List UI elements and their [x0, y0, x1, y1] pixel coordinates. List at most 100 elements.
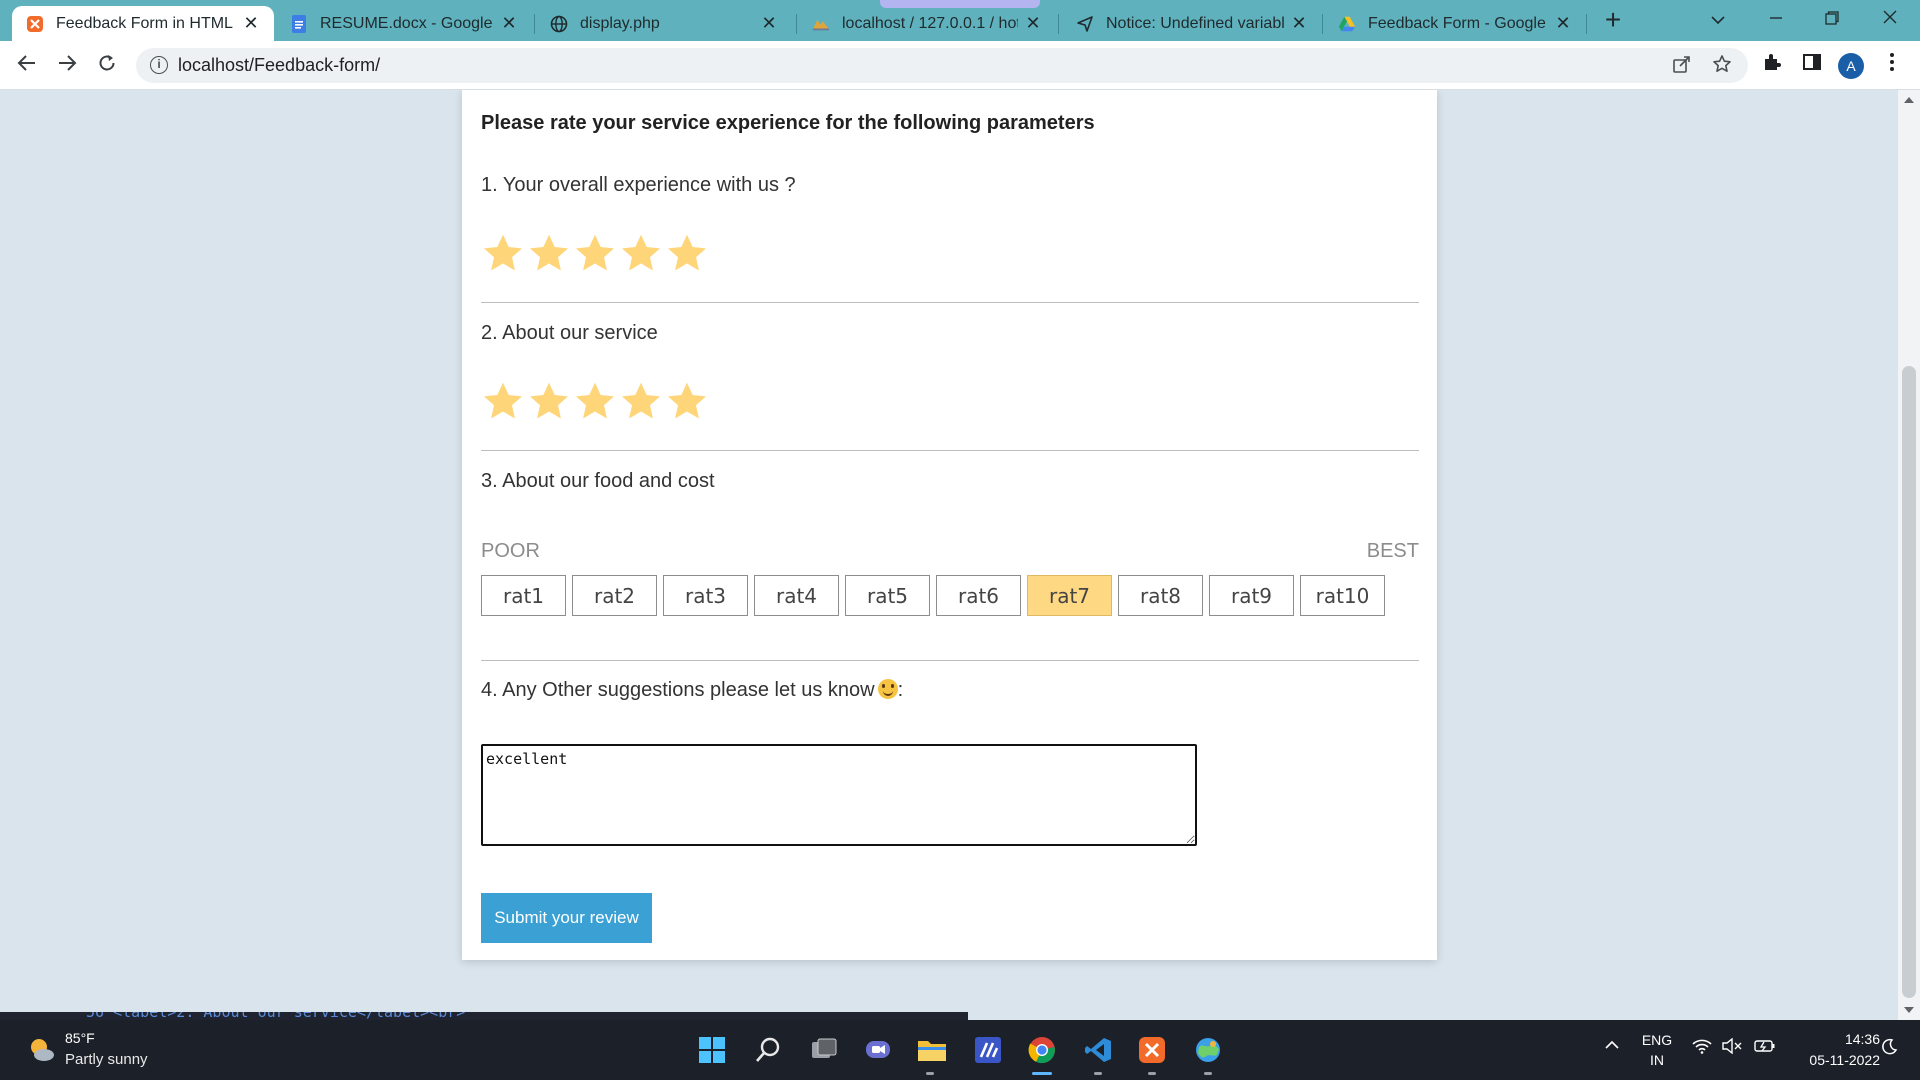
menu-dots-icon[interactable] [1876, 50, 1908, 82]
rating-option-rat9[interactable]: rat9 [1209, 575, 1294, 616]
vmware-icon[interactable] [970, 1032, 1006, 1068]
star-icon[interactable] [527, 380, 571, 424]
url-text[interactable]: localhost/Feedback-form/ [178, 55, 380, 76]
app-running-indicator [926, 1072, 934, 1075]
weather-temperature: 85°F [65, 1030, 95, 1046]
star-icon[interactable] [619, 232, 663, 276]
xampp-icon[interactable] [1134, 1032, 1170, 1068]
teams-chat-icon[interactable] [860, 1032, 896, 1068]
volume-muted-icon[interactable] [1722, 1037, 1742, 1059]
site-info-icon[interactable]: i [150, 56, 168, 74]
rating-option-rat6[interactable]: rat6 [936, 575, 1021, 616]
tab-phpmyadmin[interactable]: localhost / 127.0.0.1 / hotel ✕ [798, 6, 1056, 41]
scroll-up-icon[interactable] [1904, 97, 1914, 103]
restore-icon[interactable] [1812, 4, 1852, 34]
app-running-indicator [1094, 1072, 1102, 1075]
scroll-thumb[interactable] [1902, 366, 1916, 998]
close-icon[interactable]: ✕ [1290, 13, 1308, 34]
windows-start-icon[interactable] [694, 1032, 730, 1068]
tab-notice[interactable]: Notice: Undefined variable ✕ [1062, 6, 1322, 41]
vscode-icon[interactable] [1080, 1032, 1116, 1068]
star-icon[interactable] [665, 380, 709, 424]
partly-sunny-icon[interactable] [26, 1034, 56, 1064]
suggestions-textarea[interactable] [481, 744, 1197, 846]
form-heading: Please rate your service experience for … [481, 112, 1095, 134]
search-icon[interactable] [750, 1032, 786, 1068]
reload-icon[interactable] [91, 50, 123, 82]
file-explorer-icon[interactable] [914, 1032, 950, 1068]
task-view-icon[interactable] [806, 1032, 842, 1068]
tab-title: display.php [580, 14, 660, 32]
close-icon[interactable]: ✕ [242, 13, 260, 34]
star-icon[interactable] [527, 232, 571, 276]
submit-review-button[interactable]: Submit your review [481, 893, 652, 943]
star-icon[interactable] [573, 380, 617, 424]
back-icon[interactable] [11, 50, 43, 82]
tab-title: RESUME.docx - Google Doc [320, 14, 494, 32]
tab-display-php[interactable]: display.php ✕ [536, 6, 792, 41]
question-3-label: 3. About our food and cost [481, 470, 715, 492]
rating-stars-q1[interactable] [481, 232, 709, 276]
question-2-label: 2. About our service [481, 322, 658, 344]
profile-avatar[interactable]: A [1838, 53, 1864, 79]
page-viewport: Please rate your service experience for … [0, 90, 1898, 1020]
browser-toolbar: i localhost/Feedback-form/ A [0, 41, 1920, 90]
chrome-icon[interactable] [1024, 1032, 1060, 1068]
question-4-suffix: : [897, 679, 904, 701]
minimize-icon[interactable] [1756, 4, 1796, 34]
rating-option-rat3[interactable]: rat3 [663, 575, 748, 616]
tab-google-drive[interactable]: Feedback Form - Google D ✕ [1324, 6, 1586, 41]
close-icon[interactable]: ✕ [760, 13, 778, 34]
star-icon[interactable] [481, 232, 525, 276]
scroll-down-icon[interactable] [1904, 1007, 1914, 1013]
rating-option-rat7[interactable]: rat7 [1027, 575, 1112, 616]
tab-title: Feedback Form in HTML Ex [56, 14, 236, 32]
language-secondary[interactable]: IN [1637, 1052, 1677, 1068]
star-icon[interactable] [573, 232, 617, 276]
tab-separator [1322, 14, 1323, 34]
star-icon[interactable] [619, 380, 663, 424]
tab-feedback-form[interactable]: Feedback Form in HTML Ex ✕ [12, 6, 274, 41]
question-4-label: 4. Any Other suggestions please let us k… [481, 679, 903, 702]
send-icon [1076, 15, 1094, 33]
rating-option-rat4[interactable]: rat4 [754, 575, 839, 616]
app-running-indicator [1148, 1072, 1156, 1075]
clock-date[interactable]: 05-11-2022 [1780, 1052, 1880, 1068]
star-icon[interactable] [481, 380, 525, 424]
divider [481, 450, 1419, 451]
language-primary[interactable]: ENG [1637, 1032, 1677, 1048]
address-bar[interactable]: i localhost/Feedback-form/ [136, 48, 1748, 83]
rating-option-rat2[interactable]: rat2 [572, 575, 657, 616]
rating-option-rat1[interactable]: rat1 [481, 575, 566, 616]
focus-moon-icon[interactable] [1880, 1038, 1898, 1061]
rating-stars-q2[interactable] [481, 380, 709, 424]
tab-resume-doc[interactable]: RESUME.docx - Google Doc ✕ [276, 6, 532, 41]
question-4-text: 4. Any Other suggestions please let us k… [481, 679, 875, 701]
side-panel-icon[interactable] [1796, 50, 1828, 82]
phpmyadmin-icon [812, 15, 830, 33]
extensions-icon[interactable] [1756, 50, 1788, 82]
star-icon[interactable] [665, 232, 709, 276]
forward-icon[interactable] [51, 50, 83, 82]
tab-title: Notice: Undefined variable [1106, 14, 1284, 32]
wifi-icon[interactable] [1692, 1038, 1712, 1059]
bookmark-star-icon[interactable] [1710, 54, 1734, 78]
rating-option-rat5[interactable]: rat5 [845, 575, 930, 616]
divider [481, 660, 1419, 661]
close-icon[interactable]: ✕ [1554, 13, 1572, 34]
clock-time[interactable]: 14:36 [1780, 1031, 1880, 1047]
new-tab-button[interactable]: + [1598, 6, 1628, 36]
page-scrollbar[interactable] [1898, 90, 1920, 1020]
close-window-icon[interactable] [1870, 4, 1910, 34]
close-icon[interactable]: ✕ [1024, 13, 1042, 34]
show-hidden-icons-icon[interactable] [1604, 1038, 1620, 1056]
close-icon[interactable]: ✕ [500, 13, 518, 34]
rating-option-rat10[interactable]: rat10 [1300, 575, 1385, 616]
divider [481, 302, 1419, 303]
rating-option-rat8[interactable]: rat8 [1118, 575, 1203, 616]
tab-separator [534, 14, 535, 34]
browser-icon[interactable] [1190, 1032, 1226, 1068]
share-icon[interactable] [1670, 54, 1694, 78]
tab-search-icon[interactable] [1698, 4, 1738, 34]
battery-icon[interactable] [1754, 1038, 1776, 1059]
